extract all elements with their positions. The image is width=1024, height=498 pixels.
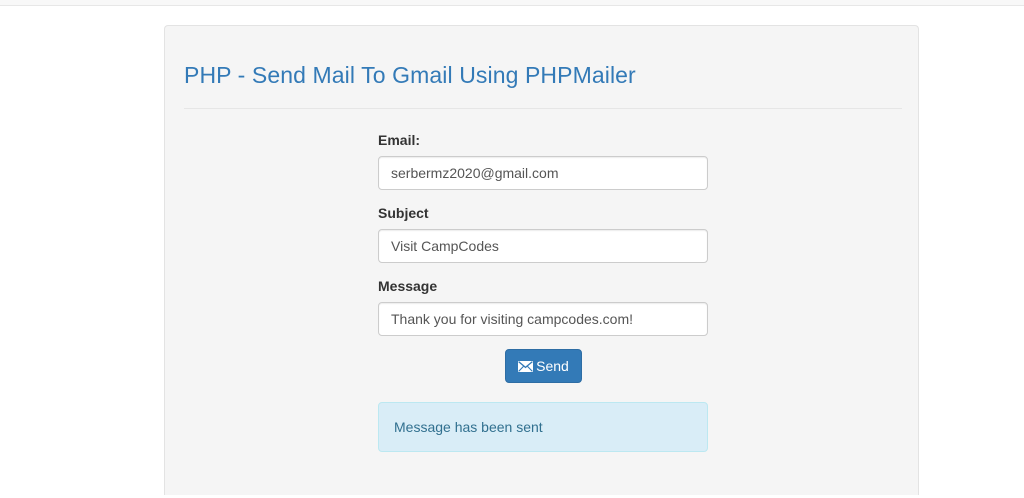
status-alert: Message has been sent — [378, 402, 708, 452]
send-button[interactable]: Send — [505, 349, 582, 383]
send-button-label: Send — [536, 358, 569, 374]
message-input[interactable] — [378, 302, 708, 336]
envelope-icon — [518, 360, 534, 372]
email-label: Email: — [378, 132, 421, 148]
mail-form: Email: Subject Message — [378, 131, 708, 350]
subject-input[interactable] — [378, 229, 708, 263]
email-group: Email: — [378, 131, 708, 190]
page-title: PHP - Send Mail To Gmail Using PHPMailer — [184, 62, 636, 88]
title-divider — [184, 108, 902, 109]
content-panel: PHP - Send Mail To Gmail Using PHPMailer… — [164, 25, 919, 495]
subject-label: Subject — [378, 205, 429, 221]
message-group: Message — [378, 277, 708, 336]
message-label: Message — [378, 278, 438, 294]
email-input[interactable] — [378, 156, 708, 190]
top-navbar — [0, 0, 1024, 6]
subject-group: Subject — [378, 204, 708, 263]
